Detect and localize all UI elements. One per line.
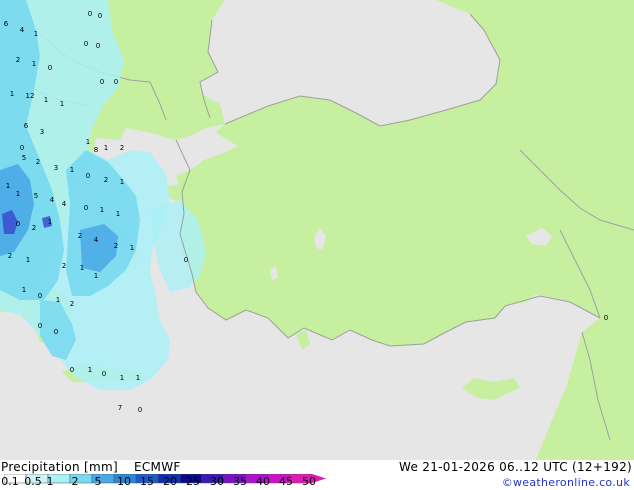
precip-amount-label: 0: [48, 64, 52, 72]
precip-amount-label: 2: [8, 252, 12, 260]
precip-amount-label: 1: [34, 30, 38, 38]
precip-amount-label: 1: [120, 178, 124, 186]
precip-amount-label: 1: [44, 96, 48, 104]
credit-link[interactable]: ©weatheronline.co.uk: [502, 476, 630, 489]
precip-amount-label: 2: [62, 262, 66, 270]
precip-amount-label: 0: [38, 322, 42, 330]
precip-amount-label: 5: [22, 154, 26, 162]
precip-amount-label: 1: [120, 374, 124, 382]
precip-amount-label: 1: [94, 272, 98, 280]
precip-amount-label: 4: [50, 196, 55, 204]
color-scale-tick-label: 50: [302, 475, 316, 488]
precip-amount-label: 1: [86, 138, 90, 146]
precip-amount-label: 3: [40, 128, 44, 136]
color-scale-tick-label: 45: [279, 475, 293, 488]
forecast-datetime: We 21-01-2026 06..12 UTC (12+192): [399, 460, 632, 474]
precip-amount-label: 8: [94, 146, 98, 154]
precip-amount-label: 1: [100, 206, 104, 214]
color-scale-tick-label: 20: [163, 475, 177, 488]
precip-amount-label: 4: [62, 200, 67, 208]
precip-amount-label: 1: [104, 144, 108, 152]
precip-amount-label: 1: [32, 60, 36, 68]
color-scale-tick-label: 2: [71, 475, 79, 488]
color-scale-tick-label: 0.1: [1, 475, 19, 488]
precip-amount-label: 0: [114, 78, 118, 86]
color-scale-tick-label: 1: [46, 475, 54, 488]
precip-amount-label: 1: [116, 210, 120, 218]
precip-amount-label: 0: [100, 78, 104, 86]
precip-amount-label: 1: [80, 264, 84, 272]
precip-amount-label: 0: [86, 172, 90, 180]
precip-amount-label: 1: [10, 90, 14, 98]
color-scale-tick-label: 30: [210, 475, 224, 488]
precip-amount-label: 0: [84, 204, 88, 212]
precip-amount-label: 2: [114, 242, 118, 250]
precip-amount-label: 0: [96, 42, 100, 50]
precip-amount-label: 1: [130, 244, 134, 252]
precip-amount-label: 12: [26, 92, 35, 100]
color-scale-tick-label: 40: [256, 475, 270, 488]
precip-amount-label: 0: [84, 40, 88, 48]
precip-amount-label: 4: [20, 26, 25, 34]
precip-amount-label: 2: [120, 144, 124, 152]
precip-amount-label: 1: [16, 190, 20, 198]
precip-amount-label: 2: [36, 158, 40, 166]
precip-amount-label: 2: [78, 232, 82, 240]
precip-amount-label: 0: [70, 366, 74, 374]
precip-amount-label: 1: [70, 166, 74, 174]
precip-amount-label: 2: [16, 56, 20, 64]
precip-amount-label: 5: [34, 192, 38, 200]
precip-amount-label: 0: [184, 256, 188, 264]
precip-amount-label: 0: [38, 292, 42, 300]
color-scale-tick-label: 25: [186, 475, 200, 488]
color-scale-tick-label: 5: [94, 475, 102, 488]
precip-amount-label: 1: [56, 296, 60, 304]
precip-amount-label: 2: [32, 224, 36, 232]
precip-amount-label: 0: [102, 370, 106, 378]
model-name: ECMWF: [134, 460, 181, 474]
precip-amount-label: 6: [24, 122, 29, 130]
precip-amount-label: 1: [6, 182, 10, 190]
precip-amount-label: 0: [54, 328, 58, 336]
precip-amount-label: 2: [104, 176, 108, 184]
precip-amount-label: 0: [138, 406, 142, 414]
precip-amount-label: 1: [26, 256, 30, 264]
color-scale-tick-label: 35: [233, 475, 247, 488]
precip-amount-label: 3: [54, 164, 58, 172]
map-title: Precipitation [mm]: [1, 460, 118, 474]
precip-amount-label: 1: [60, 100, 64, 108]
precipitation-map: 64 10 002 1 000 01 12 1 16305 23 118 1 211 5 4 40 2 10 1 10…: [0, 0, 634, 460]
precip-amount-label: 2: [70, 300, 74, 308]
precip-amount-label: 1: [88, 366, 92, 374]
precip-amount-label: 0: [88, 10, 92, 18]
precip-amount-label: 1: [136, 374, 140, 382]
precip-amount-label: 7: [118, 404, 122, 412]
precip-amount-label: 0: [604, 314, 608, 322]
color-scale-tick-label: 0.5: [24, 475, 42, 488]
precip-amount-label: 4: [94, 236, 99, 244]
precip-amount-label: 1: [22, 286, 26, 294]
precip-amount-label: 6: [4, 20, 9, 28]
map-footer: Precipitation [mm] ECMWF We 21-01-2026 0…: [0, 460, 634, 490]
color-scale-tick-label: 10: [117, 475, 131, 488]
precip-amount-label: 1: [48, 218, 52, 226]
precip-amount-label: 0: [16, 220, 20, 228]
precip-amount-label: 0: [20, 144, 24, 152]
precip-amount-label: 0: [98, 12, 102, 20]
color-scale-tick-label: 15: [140, 475, 154, 488]
